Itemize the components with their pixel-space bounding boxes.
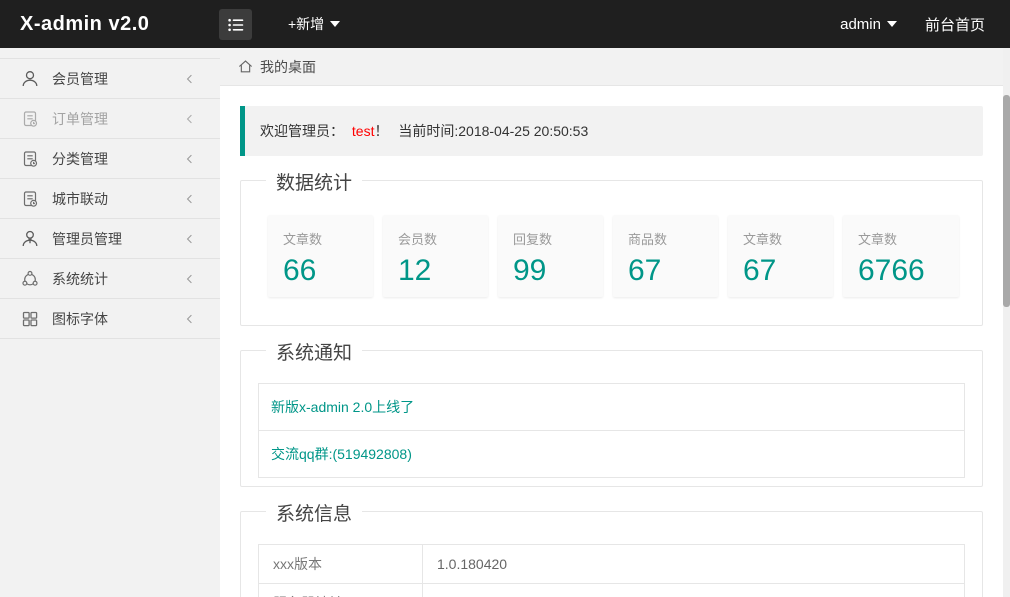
table-row: 交流qq群:(519492808) — [259, 431, 965, 478]
sidebar-item-label: 会员管理 — [52, 69, 182, 89]
admin-user-icon — [20, 229, 40, 249]
menu-toggle-button[interactable] — [219, 9, 252, 40]
add-new-label: +新增 — [288, 14, 324, 34]
sidebar-item-statistics[interactable]: 系统统计 — [0, 259, 220, 299]
table-row: 新版x-admin 2.0上线了 — [259, 384, 965, 431]
admin-username: admin — [840, 16, 881, 33]
sidebar-item-label: 管理员管理 — [52, 229, 182, 249]
stat-label: 文章数 — [283, 229, 373, 248]
category-icon — [20, 149, 40, 169]
add-new-dropdown[interactable]: +新增 — [288, 0, 340, 48]
chevron-left-icon — [182, 71, 198, 87]
sidebar-item-label: 图标字体 — [52, 309, 182, 329]
grid-icon — [20, 309, 40, 329]
sidebar-item-label: 分类管理 — [52, 149, 182, 169]
stat-card-articles-2: 文章数 67 — [728, 215, 833, 297]
stats-icon — [20, 269, 40, 289]
scrollbar-thumb[interactable] — [1003, 95, 1010, 307]
list-menu-icon — [227, 18, 245, 32]
city-icon — [20, 189, 40, 209]
stat-card-articles-3: 文章数 6766 — [843, 215, 959, 297]
sidebar-item-label: 系统统计 — [52, 269, 182, 289]
stat-value: 6766 — [858, 254, 959, 288]
welcome-username: test — [352, 123, 375, 139]
sidebar-item-icon-fonts[interactable]: 图标字体 — [0, 299, 220, 339]
notice-table: 新版x-admin 2.0上线了 交流qq群:(519492808) — [258, 383, 965, 478]
chevron-left-icon — [182, 151, 198, 167]
admin-user-dropdown[interactable]: admin — [840, 16, 897, 33]
chevron-left-icon — [182, 311, 198, 327]
chevron-left-icon — [182, 191, 198, 207]
system-info-panel-title: 系统信息 — [266, 499, 362, 526]
stat-value: 67 — [743, 254, 833, 288]
breadcrumb: 我的桌面 — [220, 48, 1003, 86]
stat-value: 99 — [513, 254, 603, 288]
welcome-current-time: 当前时间:2018-04-25 20:50:53 — [398, 123, 588, 139]
stats-panel: 数据统计 文章数 66 会员数 12 回复数 99 商品数 67 — [240, 180, 983, 326]
sidebar-item-label: 城市联动 — [52, 189, 182, 209]
chevron-left-icon — [182, 231, 198, 247]
home-icon[interactable] — [237, 58, 254, 75]
notice-link-release[interactable]: 新版x-admin 2.0上线了 — [271, 399, 414, 415]
stat-label: 商品数 — [628, 229, 718, 248]
notices-panel: 系统通知 新版x-admin 2.0上线了 交流qq群:(519492808) — [240, 350, 983, 487]
stat-card-products: 商品数 67 — [613, 215, 718, 297]
table-row: 服务器地址 x.xuebingsi.com — [259, 584, 965, 597]
notices-panel-title: 系统通知 — [266, 338, 362, 365]
vertical-scrollbar[interactable] — [1003, 48, 1010, 597]
sidebar-item-city-linkage[interactable]: 城市联动 — [0, 179, 220, 219]
chevron-left-icon — [182, 111, 198, 127]
stat-value: 12 — [398, 254, 488, 288]
chevron-left-icon — [182, 271, 198, 287]
stat-label: 会员数 — [398, 229, 488, 248]
order-icon — [20, 109, 40, 129]
stat-value: 67 — [628, 254, 718, 288]
welcome-prefix: 欢迎管理员： — [260, 123, 344, 139]
sidebar-item-orders[interactable]: 订单管理 — [0, 99, 220, 139]
caret-down-icon — [887, 21, 897, 27]
stat-cards-row: 文章数 66 会员数 12 回复数 99 商品数 67 文章数 67 — [241, 181, 982, 325]
info-server-value: x.xuebingsi.com — [423, 584, 965, 597]
frontend-home-link[interactable]: 前台首页 — [925, 14, 985, 35]
sidebar-item-label: 订单管理 — [52, 109, 182, 129]
welcome-banner: 欢迎管理员： test！ 当前时间:2018-04-25 20:50:53 — [240, 106, 983, 156]
notice-link-qq-group[interactable]: 交流qq群:(519492808) — [271, 446, 412, 462]
stat-value: 66 — [283, 254, 373, 288]
sidebar: 会员管理 订单管理 — [0, 48, 220, 597]
system-info-table: xxx版本 1.0.180420 服务器地址 x.xuebingsi.com — [258, 544, 965, 597]
system-info-panel: 系统信息 xxx版本 1.0.180420 服务器地址 x.xuebingsi.… — [240, 511, 983, 597]
stat-card-articles: 文章数 66 — [268, 215, 373, 297]
info-version-value: 1.0.180420 — [423, 545, 965, 584]
welcome-bang: ！ — [374, 123, 388, 139]
sidebar-item-members[interactable]: 会员管理 — [0, 59, 220, 99]
user-icon — [20, 69, 40, 89]
sidebar-item-admins[interactable]: 管理员管理 — [0, 219, 220, 259]
app-logo: X-admin v2.0 — [20, 0, 149, 48]
stats-panel-title: 数据统计 — [266, 168, 362, 195]
stat-label: 回复数 — [513, 229, 603, 248]
stat-card-members: 会员数 12 — [383, 215, 488, 297]
caret-down-icon — [330, 21, 340, 27]
stat-label: 文章数 — [858, 229, 959, 248]
table-row: xxx版本 1.0.180420 — [259, 545, 965, 584]
stat-card-replies: 回复数 99 — [498, 215, 603, 297]
info-version-label: xxx版本 — [259, 545, 423, 584]
sidebar-item-categories[interactable]: 分类管理 — [0, 139, 220, 179]
breadcrumb-label: 我的桌面 — [260, 57, 316, 77]
top-header: X-admin v2.0 +新增 admin — [0, 0, 1010, 48]
stat-label: 文章数 — [743, 229, 833, 248]
main-area: 我的桌面 欢迎管理员： test！ 当前时间:2018-04-25 20:50:… — [220, 48, 1003, 597]
info-server-label: 服务器地址 — [259, 584, 423, 597]
